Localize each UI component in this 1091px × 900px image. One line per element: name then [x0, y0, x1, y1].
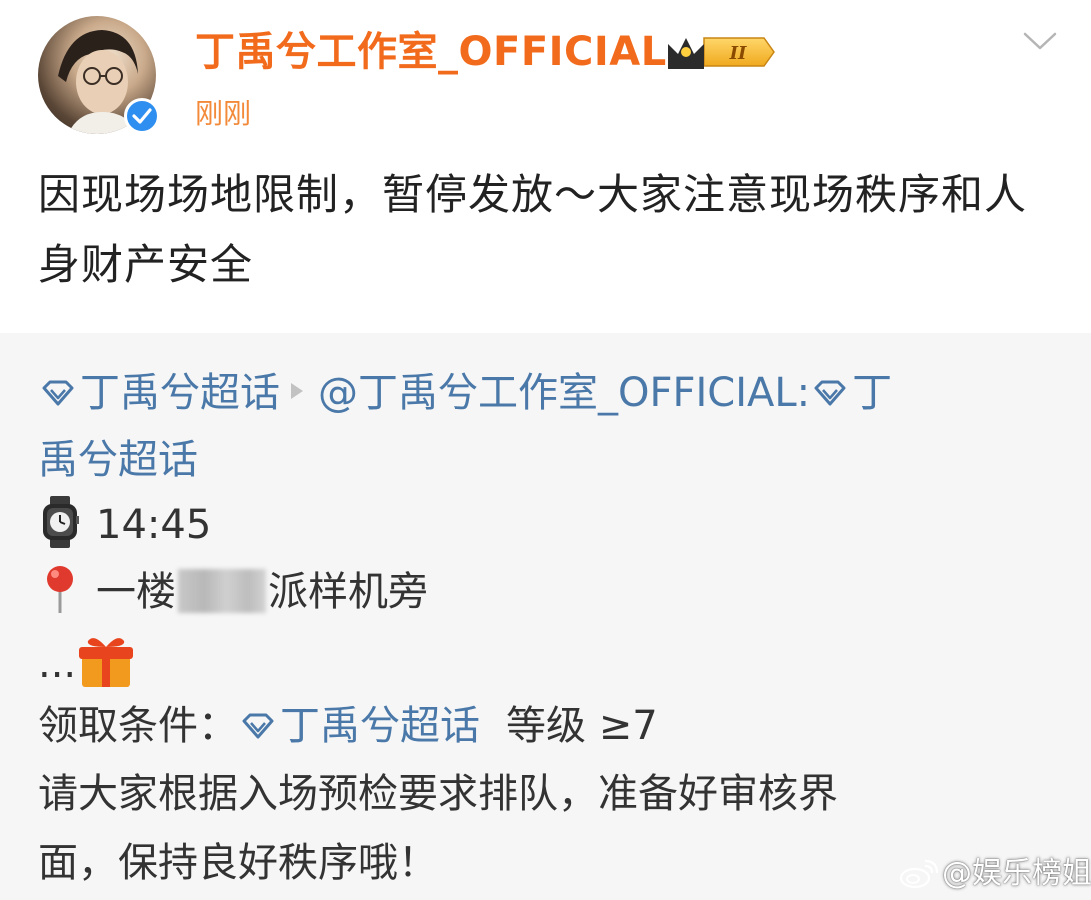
location-prefix: 一楼 [96, 569, 176, 615]
avatar[interactable] [38, 16, 160, 134]
verified-icon [124, 98, 160, 134]
ellipsis-text: ... [38, 641, 77, 687]
condition-topic-text: 丁禹兮超话 [280, 703, 480, 749]
gift-line: ... [38, 631, 150, 692]
condition-line: 领取条件： 丁禹兮超话 等级 ≥7 [38, 698, 658, 754]
post-text: 因现场场地限制，暂停发放～大家注意现场秩序和人身财产安全 [38, 170, 1028, 289]
blurred-region [178, 569, 266, 613]
chevron-down-icon[interactable] [1022, 30, 1058, 52]
post-time: 刚刚 [195, 97, 252, 130]
location-suffix: 派样机旁 [268, 569, 428, 615]
weibo-post: 丁禹兮工作室_OFFICIAL II 刚刚 因现场场地限制，暂停发放～大家注意现… [0, 0, 1091, 900]
event-time: 14:45 [96, 502, 212, 548]
repost-source-line: 丁禹兮超话 @丁禹兮工作室_OFFICIAL: 丁 [38, 365, 892, 421]
time-line: 14:45 [38, 496, 211, 553]
notice-line-1: 请大家根据入场预检要求排队，准备好审核界 [38, 771, 838, 817]
notice-line-2: 面，保持良好秩序哦！ [38, 840, 438, 886]
watermark: @娱乐榜姐 [898, 856, 1091, 892]
triangle-right-icon [291, 383, 303, 399]
condition-label: 领取条件： [38, 703, 238, 749]
watch-icon [43, 496, 79, 548]
condition-level: 等级 ≥7 [506, 703, 658, 749]
location-line: 一楼 派样机旁 [38, 563, 428, 620]
super-topic-diamond-icon [242, 713, 274, 739]
topic-link-2[interactable]: 丁 [810, 370, 892, 416]
topic-link-2-text-a: 丁 [852, 370, 893, 416]
mention-link[interactable]: @丁禹兮工作室_OFFICIAL: [318, 370, 810, 416]
author-name[interactable]: 丁禹兮工作室_OFFICIAL [195, 26, 667, 78]
condition-topic-link[interactable]: 丁禹兮超话 [238, 703, 480, 749]
gift-icon [79, 638, 134, 687]
member-level-text: II [729, 43, 747, 64]
watermark-text: @娱乐榜姐 [942, 856, 1091, 891]
topic-link[interactable]: 丁禹兮超话 [38, 370, 280, 416]
topic-link-text: 丁禹兮超话 [80, 370, 280, 416]
pin-icon [47, 566, 73, 613]
super-topic-diamond-icon [814, 380, 846, 406]
topic-link-2-continued[interactable]: 禹兮超话 [38, 432, 198, 488]
crown-badge-icon[interactable]: II [664, 30, 776, 74]
repost-card[interactable]: 丁禹兮超话 @丁禹兮工作室_OFFICIAL: 丁 禹兮超话 14:45 一楼 派样机… [0, 333, 1091, 900]
weibo-logo-icon [899, 859, 938, 889]
super-topic-diamond-icon [42, 380, 74, 406]
